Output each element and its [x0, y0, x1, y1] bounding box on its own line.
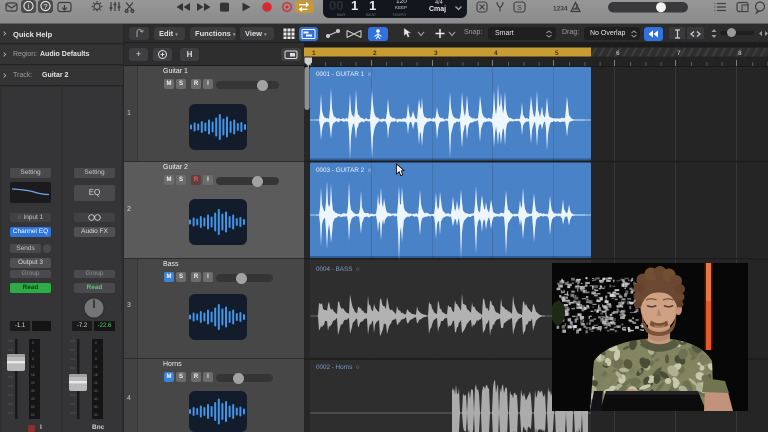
svg-text:8: 8: [95, 357, 97, 361]
svg-text:1234: 1234: [553, 6, 568, 13]
svg-text:4: 4: [32, 349, 34, 353]
svg-text:30: 30: [31, 389, 35, 393]
svg-text:S: S: [517, 5, 522, 12]
svg-text:60: 60: [31, 413, 35, 417]
svg-text:12: 12: [31, 365, 35, 369]
svg-text:0: 0: [95, 341, 97, 345]
svg-text:?: ?: [43, 2, 47, 11]
svg-text:6: 6: [616, 50, 620, 57]
svg-text:0001 - GUITAR 1 ○: 0001 - GUITAR 1 ○: [316, 71, 372, 78]
svg-text:4: 4: [494, 50, 498, 57]
svg-text:1: 1: [312, 50, 316, 57]
svg-text:0003 - GUITAR 2 ○: 0003 - GUITAR 2 ○: [316, 167, 372, 174]
svg-text:3: 3: [434, 50, 438, 57]
svg-text:60: 60: [94, 413, 98, 417]
svg-text:24: 24: [94, 381, 98, 385]
svg-text:40: 40: [31, 397, 35, 401]
svg-text:8: 8: [738, 50, 742, 57]
svg-text:8: 8: [32, 357, 34, 361]
svg-text:50: 50: [31, 405, 35, 409]
svg-text:0002 - Horns ○: 0002 - Horns ○: [316, 364, 360, 371]
svg-text:30: 30: [94, 389, 98, 393]
svg-text:50: 50: [94, 405, 98, 409]
svg-text:0: 0: [32, 341, 34, 345]
svg-text:18: 18: [94, 373, 98, 377]
svg-text:5: 5: [555, 50, 559, 57]
svg-text:0004 - BASS ○: 0004 - BASS ○: [316, 266, 360, 273]
svg-text:7: 7: [677, 50, 681, 57]
svg-text:40: 40: [94, 397, 98, 401]
svg-text:2: 2: [373, 50, 377, 57]
svg-text:12: 12: [94, 365, 98, 369]
svg-text:24: 24: [31, 381, 35, 385]
svg-text:4: 4: [95, 349, 97, 353]
svg-text:18: 18: [31, 373, 35, 377]
